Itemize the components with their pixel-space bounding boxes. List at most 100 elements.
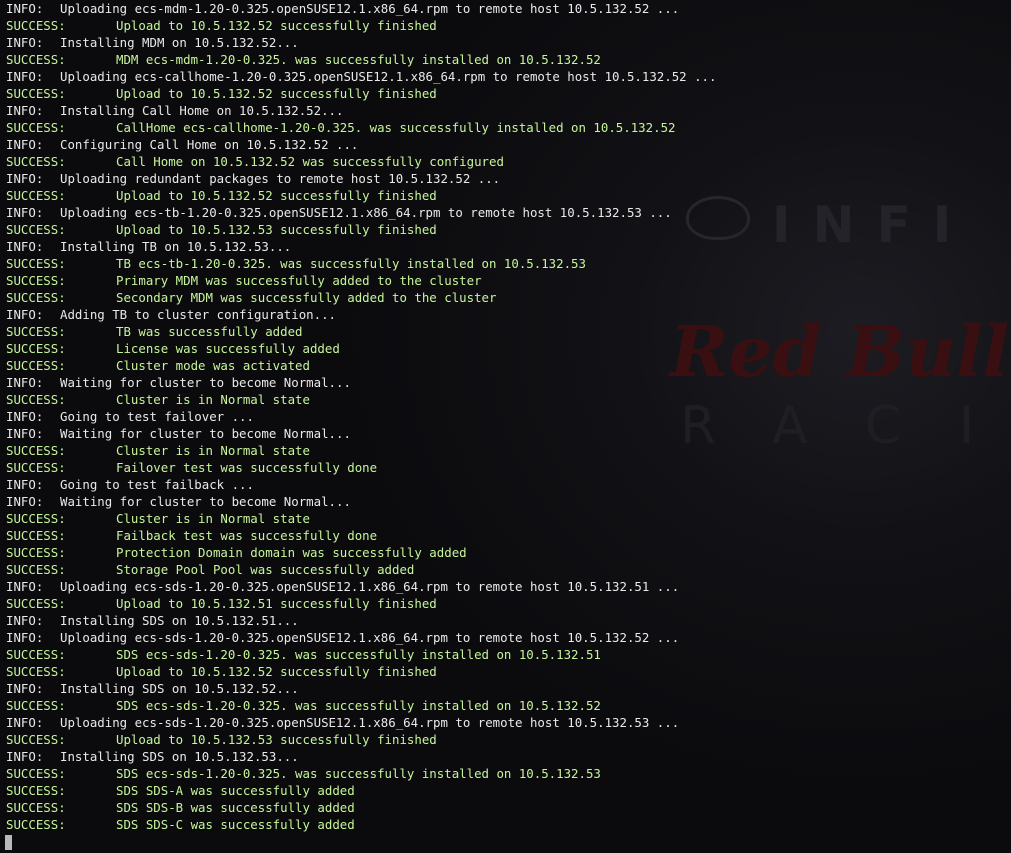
- log-line: SUCCESS: CallHome ecs-callhome-1.20-0.325…: [6, 119, 1006, 136]
- log-line: INFO: Waiting for cluster to become Norma…: [6, 374, 1006, 391]
- log-message: Cluster is in Normal state: [116, 443, 310, 458]
- log-message: Installing TB on 10.5.132.53...: [60, 239, 292, 254]
- log-level-label: SUCCESS:: [6, 545, 66, 560]
- log-message: Uploading ecs-callhome-1.20-0.325.openSU…: [60, 69, 717, 84]
- log-message: Going to test failback ...: [60, 477, 254, 492]
- log-line: INFO: Going to test failback ...: [6, 476, 1006, 493]
- log-message: Upload to 10.5.132.53 successfully finis…: [116, 222, 437, 237]
- log-line: SUCCESS: TB was successfully added: [6, 323, 1006, 340]
- log-level-label: INFO:: [6, 579, 44, 594]
- log-level-label: SUCCESS:: [6, 324, 66, 339]
- log-level-label: SUCCESS:: [6, 817, 66, 832]
- log-level-label: SUCCESS:: [6, 154, 66, 169]
- log-line: SUCCESS: Upload to 10.5.132.51 successful…: [6, 595, 1006, 612]
- log-message: Uploading ecs-mdm-1.20-0.325.openSUSE12.…: [60, 1, 680, 16]
- log-message: Uploading redundant packages to remote h…: [60, 171, 501, 186]
- log-level-label: INFO:: [6, 494, 44, 509]
- log-level-label: SUCCESS:: [6, 664, 66, 679]
- log-message: Secondary MDM was successfully added to …: [116, 290, 497, 305]
- log-line: INFO: Going to test failover ...: [6, 408, 1006, 425]
- log-line: SUCCESS: Upload to 10.5.132.53 successful…: [6, 731, 1006, 748]
- log-message: Failover test was successfully done: [116, 460, 378, 475]
- log-line: SUCCESS: Protection Domain domain was suc…: [6, 544, 1006, 561]
- log-message: Upload to 10.5.132.53 successfully finis…: [116, 732, 437, 747]
- log-message: SDS SDS-C was successfully added: [116, 817, 355, 832]
- terminal-cursor[interactable]: [5, 835, 12, 850]
- log-line: SUCCESS: SDS ecs-sds-1.20-0.325. was succ…: [6, 646, 1006, 663]
- log-message: Uploading ecs-sds-1.20-0.325.openSUSE12.…: [60, 715, 680, 730]
- log-message: MDM ecs-mdm-1.20-0.325. was successfully…: [116, 52, 601, 67]
- log-level-label: SUCCESS:: [6, 698, 66, 713]
- log-line: SUCCESS: Upload to 10.5.132.52 successful…: [6, 17, 1006, 34]
- log-message: Going to test failover ...: [60, 409, 254, 424]
- log-level-label: SUCCESS:: [6, 273, 66, 288]
- log-level-label: INFO:: [6, 35, 44, 50]
- log-line: INFO: Waiting for cluster to become Norma…: [6, 425, 1006, 442]
- log-level-label: SUCCESS:: [6, 290, 66, 305]
- log-line: SUCCESS: Upload to 10.5.132.53 successful…: [6, 221, 1006, 238]
- log-message: License was successfully added: [116, 341, 340, 356]
- log-line: SUCCESS: SDS SDS-B was successfully added: [6, 799, 1006, 816]
- log-message: Upload to 10.5.132.52 successfully finis…: [116, 86, 437, 101]
- log-line: INFO: Installing SDS on 10.5.132.52...: [6, 680, 1006, 697]
- log-line: INFO: Adding TB to cluster configuration.…: [6, 306, 1006, 323]
- log-line: SUCCESS: Secondary MDM was successfully a…: [6, 289, 1006, 306]
- log-level-label: INFO:: [6, 1, 44, 16]
- log-message: Configuring Call Home on 10.5.132.52 ...: [60, 137, 359, 152]
- log-line: SUCCESS: Cluster is in Normal state: [6, 442, 1006, 459]
- log-level-label: INFO:: [6, 375, 44, 390]
- log-line: SUCCESS: Call Home on 10.5.132.52 was suc…: [6, 153, 1006, 170]
- log-line: SUCCESS: Upload to 10.5.132.52 successful…: [6, 663, 1006, 680]
- log-line: INFO: Configuring Call Home on 10.5.132.5…: [6, 136, 1006, 153]
- log-message: Adding TB to cluster configuration...: [60, 307, 337, 322]
- log-message: TB was successfully added: [116, 324, 303, 339]
- log-level-label: INFO:: [6, 630, 44, 645]
- log-level-label: SUCCESS:: [6, 392, 66, 407]
- log-level-label: SUCCESS:: [6, 647, 66, 662]
- log-line: SUCCESS: License was successfully added: [6, 340, 1006, 357]
- terminal-window[interactable]: INFI Red Bull RACI INFO: Uploading ecs-md…: [0, 0, 1011, 853]
- log-level-label: INFO:: [6, 715, 44, 730]
- log-line: INFO: Uploading ecs-mdm-1.20-0.325.openSU…: [6, 0, 1006, 17]
- log-message: Storage Pool Pool was successfully added: [116, 562, 415, 577]
- log-message: Waiting for cluster to become Normal...: [60, 494, 351, 509]
- log-message: Cluster is in Normal state: [116, 511, 310, 526]
- log-level-label: SUCCESS:: [6, 800, 66, 815]
- log-level-label: INFO:: [6, 205, 44, 220]
- log-message: SDS ecs-sds-1.20-0.325. was successfully…: [116, 647, 601, 662]
- log-line: SUCCESS: SDS ecs-sds-1.20-0.325. was succ…: [6, 765, 1006, 782]
- log-line: SUCCESS: Failback test was successfully d…: [6, 527, 1006, 544]
- log-message: Upload to 10.5.132.52 successfully finis…: [116, 18, 437, 33]
- log-message: Primary MDM was successfully added to th…: [116, 273, 482, 288]
- log-level-label: SUCCESS:: [6, 596, 66, 611]
- log-message: Installing Call Home on 10.5.132.52...: [60, 103, 344, 118]
- log-message: Waiting for cluster to become Normal...: [60, 375, 351, 390]
- log-message: Installing SDS on 10.5.132.53...: [60, 749, 299, 764]
- log-line: SUCCESS: Upload to 10.5.132.52 successful…: [6, 85, 1006, 102]
- log-message: Upload to 10.5.132.51 successfully finis…: [116, 596, 437, 611]
- log-line: SUCCESS: Cluster mode was activated: [6, 357, 1006, 374]
- log-message: Installing SDS on 10.5.132.52...: [60, 681, 299, 696]
- log-level-label: INFO:: [6, 681, 44, 696]
- log-line: SUCCESS: Primary MDM was successfully add…: [6, 272, 1006, 289]
- log-level-label: INFO:: [6, 409, 44, 424]
- log-message: Uploading ecs-tb-1.20-0.325.openSUSE12.1…: [60, 205, 672, 220]
- log-level-label: SUCCESS:: [6, 222, 66, 237]
- log-line: SUCCESS: TB ecs-tb-1.20-0.325. was succes…: [6, 255, 1006, 272]
- log-level-label: SUCCESS:: [6, 52, 66, 67]
- log-line: INFO: Uploading ecs-tb-1.20-0.325.openSUS…: [6, 204, 1006, 221]
- log-level-label: SUCCESS:: [6, 18, 66, 33]
- log-level-label: SUCCESS:: [6, 783, 66, 798]
- log-level-label: INFO:: [6, 69, 44, 84]
- log-message: Waiting for cluster to become Normal...: [60, 426, 351, 441]
- log-message: Failback test was successfully done: [116, 528, 378, 543]
- log-line: INFO: Uploading ecs-sds-1.20-0.325.openSU…: [6, 578, 1006, 595]
- log-message: Upload to 10.5.132.52 successfully finis…: [116, 188, 437, 203]
- log-line: SUCCESS: SDS SDS-A was successfully added: [6, 782, 1006, 799]
- log-level-label: INFO:: [6, 137, 44, 152]
- log-level-label: SUCCESS:: [6, 256, 66, 271]
- log-message: SDS SDS-A was successfully added: [116, 783, 355, 798]
- log-message: TB ecs-tb-1.20-0.325. was successfully i…: [116, 256, 586, 271]
- log-line: SUCCESS: Failover test was successfully d…: [6, 459, 1006, 476]
- log-line: INFO: Installing TB on 10.5.132.53...: [6, 238, 1006, 255]
